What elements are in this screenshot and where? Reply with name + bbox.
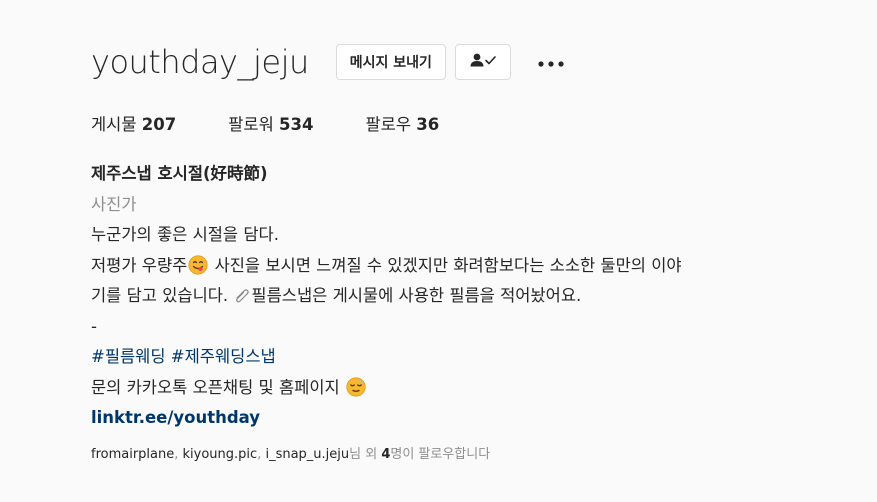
posts-count: 207	[141, 115, 177, 134]
followers-count: 534	[279, 115, 314, 134]
bio-contact: 문의 카카오톡 오픈채팅 및 홈페이지	[91, 373, 871, 404]
bio-line-3-text-a: 기를 담고 있습니다.	[91, 286, 234, 305]
follower-account-3[interactable]: i_snap_u.jeju	[265, 447, 349, 462]
profile-stats: 게시물 207 팔로워 534 팔로우 36	[91, 111, 491, 135]
bio-line-2-text-b: 사진을 보시면 느껴질 수 있겠지만 화려함보다는 소소한 둘만의 이야	[209, 255, 682, 275]
yum-face-emoji-icon	[188, 254, 208, 275]
bio-line-1: 누군가의 좋은 시절을 담다.	[91, 225, 279, 244]
message-button[interactable]: 메시지 보내기	[335, 44, 446, 80]
hashtag-film-wedding[interactable]: #필름웨딩	[91, 347, 166, 366]
following-count: 36	[416, 115, 440, 134]
posts-label: 게시물	[91, 115, 137, 134]
posts-stat: 게시물 207	[91, 111, 176, 135]
followers-stat[interactable]: 팔로워 534	[228, 111, 313, 135]
person-check-icon	[468, 52, 498, 72]
hashtag-jeju-wedding-snap[interactable]: #제주웨딩스냅	[171, 347, 276, 366]
bio-line-3-text-b: 필름스냅은 게시물에 사용한 필름을 적어놨어요.	[251, 286, 582, 305]
bio-line-3: 기를 담고 있습니다. 필름스냅은 게시물에 사용한 필름을 적어놨어요.	[91, 281, 871, 312]
more-horizontal-icon	[537, 53, 565, 72]
followed-by-suffix-a: 님 외	[349, 447, 382, 462]
more-options-button[interactable]	[536, 47, 566, 77]
bio-hashtags: #필름웨딩 #제주웨딩스냅	[91, 342, 871, 373]
bio-line-2-text-a: 저평가 우량주	[91, 255, 188, 275]
profile-header: youthday_jeju 메시지 보내기	[91, 40, 566, 84]
full-name: 제주스냅 호시절(好時節)	[91, 164, 268, 183]
following-button[interactable]	[454, 44, 511, 80]
followed-by-suffix-b: 명이 팔로우합니다	[390, 447, 491, 462]
followers-label: 팔로워	[228, 115, 274, 134]
bio-line-2: 저평가 우량주 사진을 보시면 느껴질 수 있겠지만 화려함보다는 소소한 둘만…	[91, 251, 871, 282]
bio-separator: -	[91, 316, 97, 336]
contact-text: 문의 카카오톡 오픈채팅 및 홈페이지	[91, 377, 345, 397]
website-link[interactable]: linktr.ee/youthday	[91, 408, 260, 427]
relieved-face-emoji-icon	[346, 376, 366, 397]
profile-bio: 제주스냅 호시절(好時節) 사진가 누군가의 좋은 시절을 담다. 저평가 우량…	[91, 159, 871, 434]
following-stat[interactable]: 팔로우 36	[366, 111, 440, 135]
following-label: 팔로우	[365, 115, 412, 134]
bio-link-line: linktr.ee/youthday	[91, 403, 871, 434]
username: youthday_jeju	[91, 43, 309, 81]
follower-account-1[interactable]: fromairplane	[91, 447, 174, 462]
follower-account-2[interactable]: kiyoung.pic	[183, 447, 258, 462]
category-label: 사진가	[91, 194, 137, 214]
paperclip-emoji-icon	[234, 285, 250, 305]
followed-by[interactable]: fromairplane, kiyoung.pic, i_snap_u.jeju…	[91, 443, 490, 462]
